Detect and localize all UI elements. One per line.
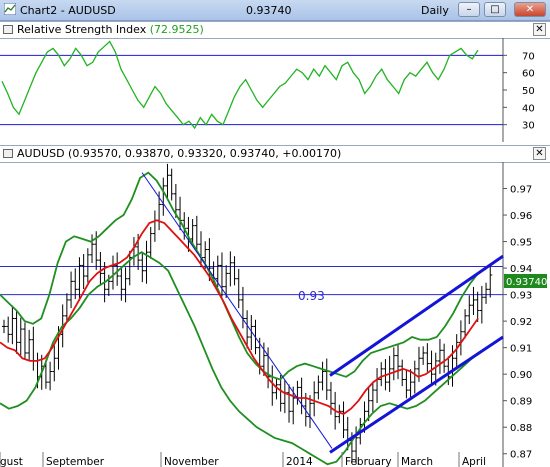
rsi-panel-header: Relative Strength Index (72.9525) ✕ <box>0 21 550 39</box>
price-panel-header: AUDUSD (0.93570, 0.93870, 0.93320, 0.937… <box>0 145 550 163</box>
rsi-chart[interactable]: 70 60 50 40 30 <box>0 38 550 142</box>
panel-icon <box>3 25 13 34</box>
x-axis-label: November <box>164 456 219 467</box>
panel-icon <box>3 149 13 158</box>
price-y-tick-label: 0.92 <box>510 317 532 328</box>
rsi-y-tick-label: 60 <box>522 69 535 80</box>
price-y-tick-label: 0.97 <box>510 185 532 196</box>
price-y-tick-label: 0.94 <box>510 264 532 275</box>
rsi-y-tick-label: 40 <box>522 103 535 114</box>
channel-lower-line <box>329 335 504 454</box>
window-titlebar[interactable]: Chart2 - AUDUSD 0.93740 Daily – □ ✕ <box>0 0 550 21</box>
price-close-button[interactable]: ✕ <box>533 147 546 160</box>
maximize-button[interactable]: □ <box>484 2 506 17</box>
window-title: Chart2 - AUDUSD <box>20 4 116 17</box>
price-y-tick-label: 0.89 <box>510 397 532 408</box>
price-y-tick-label: 0.93 <box>510 291 532 302</box>
price-y-tick-label: 0.96 <box>510 211 532 222</box>
trend-line <box>141 172 333 449</box>
price-y-tick-label: 0.91 <box>510 344 532 355</box>
rsi-title: Relative Strength Index <box>17 23 147 36</box>
rsi-y-tick-label: 30 <box>522 121 535 132</box>
x-axis-label: gust <box>0 456 23 467</box>
price-y-tick-label: 0.88 <box>510 423 532 434</box>
window-period: Daily <box>421 4 449 17</box>
chart-icon <box>4 3 16 15</box>
rsi-y-tick-label: 70 <box>522 51 535 62</box>
rsi-close-button[interactable]: ✕ <box>533 23 546 36</box>
window-price: 0.93740 <box>246 4 292 17</box>
x-axis-label: 2014 <box>286 456 313 467</box>
last-price-label: 0.93740 <box>506 277 547 288</box>
price-panel-title: AUDUSD (0.93570, 0.93870, 0.93320, 0.937… <box>17 147 342 160</box>
price-chart[interactable]: 0.97 0.96 0.95 0.94 0.93 0.92 0.91 0.90 0.89 0.88… <box>0 162 550 467</box>
x-axis-label: September <box>46 456 105 467</box>
rsi-y-tick-label: 50 <box>522 86 535 97</box>
price-y-tick-label: 0.95 <box>510 238 532 249</box>
price-y-tick-label: 0.87 <box>510 450 532 461</box>
level-annotation: 0.93 <box>298 289 325 303</box>
x-axis-label: February <box>345 456 392 467</box>
rsi-value: (72.9525) <box>149 23 204 36</box>
price-y-tick-label: 0.90 <box>510 370 532 381</box>
rsi-series-line <box>1 40 479 130</box>
channel-upper-line <box>329 254 504 377</box>
minimize-button[interactable]: – <box>458 2 480 17</box>
x-axis-label: March <box>401 456 433 467</box>
close-button[interactable]: ✕ <box>514 2 546 17</box>
x-axis-label: April <box>462 456 486 467</box>
